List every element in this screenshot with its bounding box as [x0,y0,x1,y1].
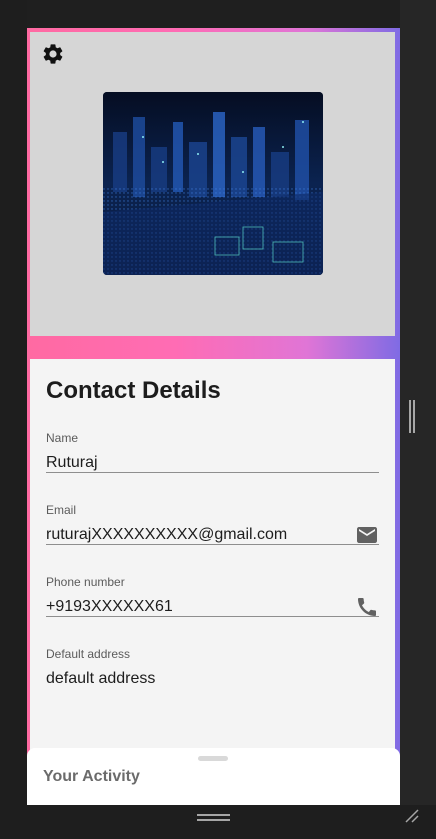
profile-header [30,32,395,336]
digital-city-image [103,92,323,275]
bottom-frame [0,805,436,839]
field-label: Phone number [46,575,125,589]
horizontal-resize-grip[interactable] [197,819,230,821]
field-value: default address [46,670,156,687]
field-value: ruturajXXXXXXXXXX@gmail.com [46,526,288,543]
address-field[interactable]: Default address default address [46,647,379,688]
resize-corner-icon[interactable] [404,808,420,824]
phone-field[interactable]: Phone number +9193XXXXXX61 [46,575,379,617]
email-field[interactable]: Email ruturajXXXXXXXXXX@gmail.com [46,503,379,545]
gear-icon[interactable] [41,42,65,66]
vertical-resize-grip[interactable] [413,400,415,433]
field-label: Name [46,431,79,445]
vertical-resize-grip[interactable] [409,400,411,433]
page-title: Contact Details [46,377,221,404]
field-value: +9193XXXXXX61 [46,598,173,615]
right-frame [400,0,436,839]
field-label: Email [46,503,77,517]
window-top-bar [0,0,436,30]
activity-bottom-sheet[interactable]: Your Activity [27,748,400,805]
field-underline [46,616,379,617]
app-screen: Contact Details Name Ruturaj Email rutur… [27,28,400,805]
field-underline [46,472,379,473]
left-frame [0,0,27,839]
sheet-drag-handle[interactable] [198,756,228,761]
field-label: Default address [46,647,131,661]
field-underline [46,544,379,545]
contact-details-card: Contact Details Name Ruturaj Email rutur… [30,359,395,805]
sheet-title: Your Activity [43,768,140,785]
field-value: Ruturaj [46,454,98,471]
horizontal-resize-grip[interactable] [197,814,230,816]
name-field[interactable]: Name Ruturaj [46,431,379,473]
